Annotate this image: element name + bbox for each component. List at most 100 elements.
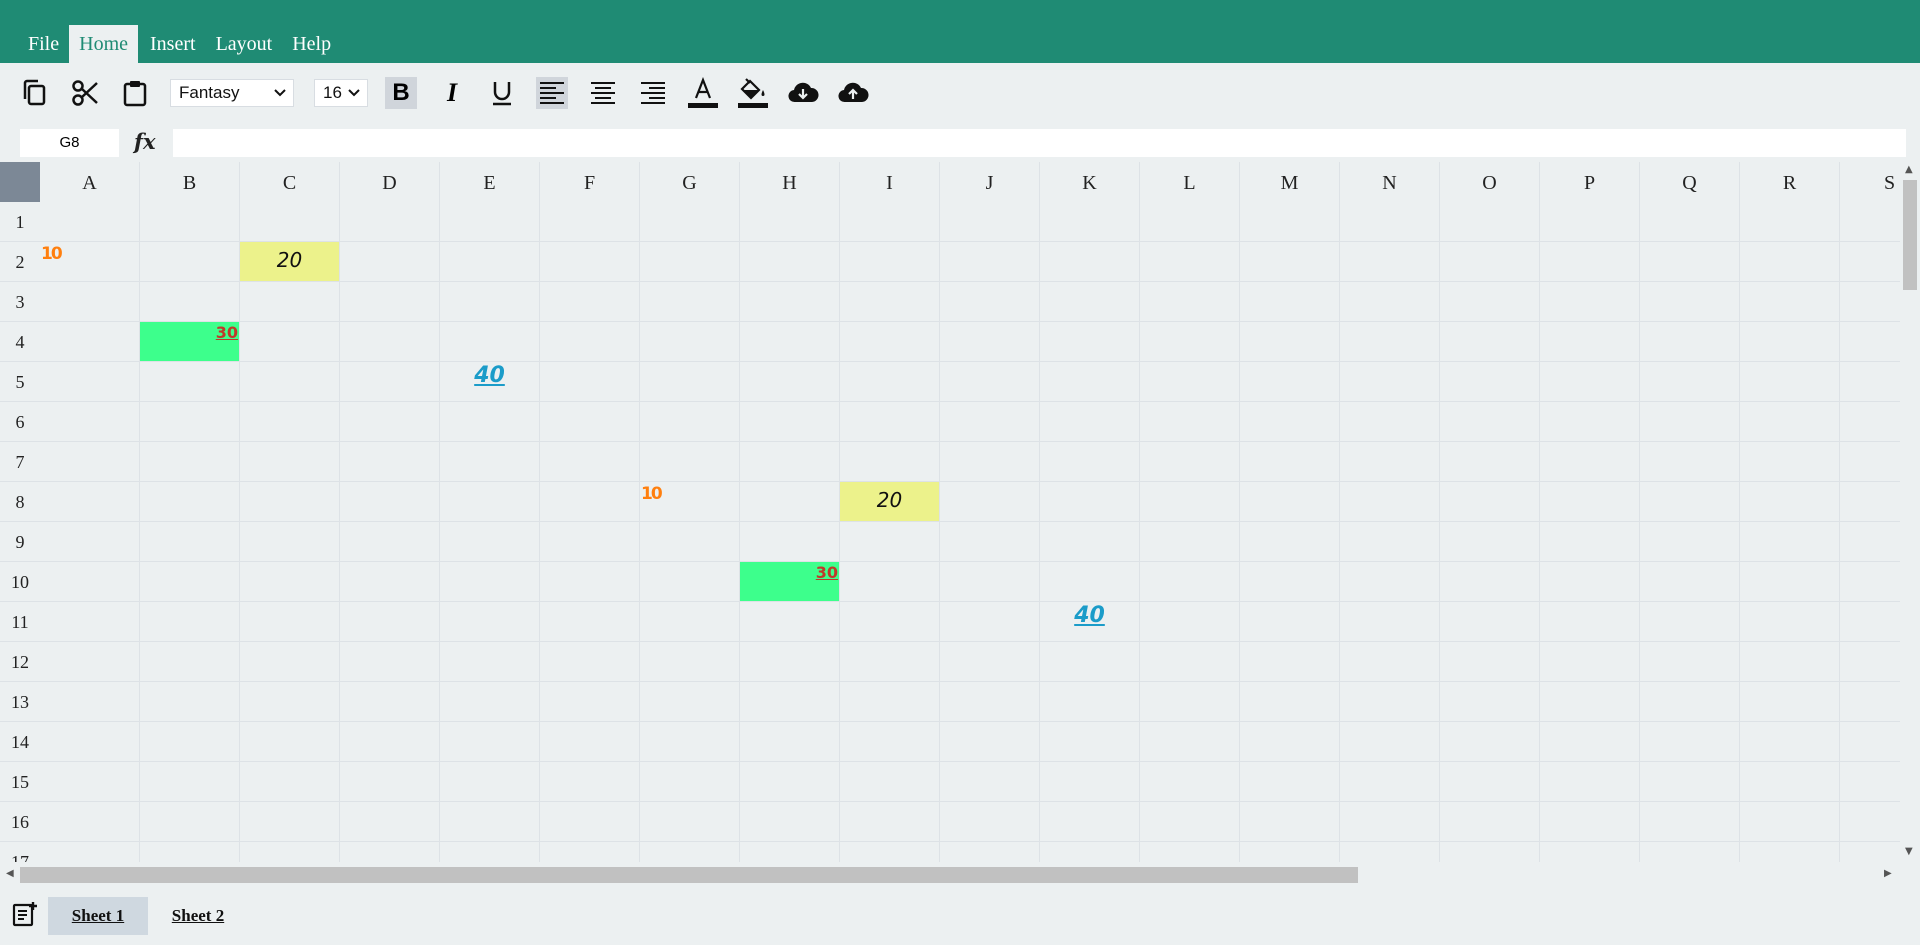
row-header-2[interactable]: 2	[0, 242, 40, 282]
cell-g8[interactable]: 10	[640, 482, 739, 521]
cell-e5[interactable]: 40	[440, 362, 539, 401]
align-left-icon[interactable]	[536, 77, 568, 109]
cell-c2[interactable]: 20	[240, 242, 339, 281]
column-header-p[interactable]: P	[1540, 162, 1640, 202]
column-header-m[interactable]: M	[1240, 162, 1340, 202]
cell-value: 10	[41, 244, 63, 264]
cell-i8[interactable]: 20	[840, 482, 939, 521]
row-header-3[interactable]: 3	[0, 282, 40, 322]
column-header-o[interactable]: O	[1440, 162, 1540, 202]
scroll-right-icon[interactable]: ▶	[1884, 868, 1892, 879]
ribbon: File Home Insert Layout Help	[0, 0, 1920, 63]
row-header-10[interactable]: 10	[0, 562, 40, 602]
row-header-16[interactable]: 16	[0, 802, 40, 842]
column-header-s[interactable]: S	[1840, 162, 1900, 202]
cell-a2[interactable]: 10	[40, 242, 139, 281]
toolbar: Fantasy 16 B I	[0, 63, 1920, 125]
grid-line	[1339, 202, 1340, 862]
cell-value: 30	[815, 563, 838, 582]
grid-line	[1139, 202, 1140, 862]
column-header-e[interactable]: E	[440, 162, 540, 202]
font-family-select[interactable]: Fantasy	[170, 79, 294, 107]
fill-color-icon[interactable]	[736, 76, 770, 110]
column-header-k[interactable]: K	[1040, 162, 1140, 202]
row-header-5[interactable]: 5	[0, 362, 40, 402]
name-box[interactable]: G8	[20, 129, 119, 157]
menu-insert[interactable]: Insert	[150, 25, 196, 63]
grid-line	[1839, 202, 1840, 862]
column-header-c[interactable]: C	[240, 162, 340, 202]
formula-bar: G8 fx	[0, 125, 1920, 162]
column-header-b[interactable]: B	[140, 162, 240, 202]
column-header-h[interactable]: H	[740, 162, 840, 202]
sheet-bar: Sheet 1 Sheet 2	[0, 886, 1920, 945]
row-header-11[interactable]: 11	[0, 602, 40, 642]
scroll-up-icon[interactable]: ▲	[1905, 164, 1913, 175]
row-header-8[interactable]: 8	[0, 482, 40, 522]
row-header-12[interactable]: 12	[0, 642, 40, 682]
grid-line	[1739, 202, 1740, 862]
chevron-down-icon	[347, 82, 361, 110]
grid-line	[1439, 202, 1440, 862]
grid-line	[40, 481, 1900, 482]
grid-line	[40, 641, 1900, 642]
vertical-scrollbar[interactable]: ▲ ▼	[1900, 162, 1920, 862]
column-header-j[interactable]: J	[940, 162, 1040, 202]
column-header-f[interactable]: F	[540, 162, 640, 202]
cut-icon[interactable]	[68, 76, 102, 110]
cell-k11[interactable]: 40	[1040, 602, 1139, 641]
row-header-14[interactable]: 14	[0, 722, 40, 762]
row-header-15[interactable]: 15	[0, 762, 40, 802]
menu-help[interactable]: Help	[292, 25, 331, 63]
align-right-icon[interactable]	[636, 76, 670, 110]
font-size-select[interactable]: 16	[314, 79, 368, 107]
bold-icon[interactable]: B	[385, 77, 417, 109]
menu-home[interactable]: Home	[69, 25, 139, 63]
chevron-down-icon	[273, 82, 287, 110]
download-icon[interactable]	[786, 76, 820, 110]
cell-b4[interactable]: 30	[140, 322, 239, 361]
row-header-4[interactable]: 4	[0, 322, 40, 362]
row-header-6[interactable]: 6	[0, 402, 40, 442]
column-header-i[interactable]: I	[840, 162, 940, 202]
row-header-13[interactable]: 13	[0, 682, 40, 722]
menu-file[interactable]: File	[28, 25, 59, 63]
sheet-tab-1[interactable]: Sheet 1	[48, 897, 148, 935]
scroll-down-icon[interactable]: ▼	[1905, 846, 1913, 857]
italic-icon[interactable]: I	[435, 76, 469, 110]
grid-line	[40, 281, 1900, 282]
sheet-tab-2[interactable]: Sheet 2	[158, 897, 238, 935]
grid-line	[1539, 202, 1540, 862]
vertical-scroll-thumb[interactable]	[1903, 180, 1917, 290]
grid-line	[839, 202, 840, 862]
row-header-17[interactable]: 17	[0, 842, 40, 862]
add-sheet-icon[interactable]	[12, 901, 38, 932]
cell-h10[interactable]: 30	[740, 562, 839, 601]
column-header-g[interactable]: G	[640, 162, 740, 202]
menu-bar: File Home Insert Layout Help	[28, 25, 351, 63]
paste-icon[interactable]	[118, 76, 152, 110]
column-header-r[interactable]: R	[1740, 162, 1840, 202]
column-header-d[interactable]: D	[340, 162, 440, 202]
formula-input[interactable]	[173, 129, 1906, 157]
scroll-left-icon[interactable]: ◀	[6, 868, 14, 879]
copy-icon[interactable]	[18, 76, 52, 110]
horizontal-scroll-thumb[interactable]	[20, 867, 1358, 883]
align-center-icon[interactable]	[586, 76, 620, 110]
column-header-q[interactable]: Q	[1640, 162, 1740, 202]
column-header-n[interactable]: N	[1340, 162, 1440, 202]
row-header-1[interactable]: 1	[0, 202, 40, 242]
select-all-corner[interactable]	[0, 162, 40, 202]
grid-line	[40, 561, 1900, 562]
horizontal-scrollbar[interactable]: ◀ ▶	[0, 862, 1900, 886]
column-header-a[interactable]: A	[40, 162, 140, 202]
row-header-7[interactable]: 7	[0, 442, 40, 482]
column-header-l[interactable]: L	[1140, 162, 1240, 202]
underline-icon[interactable]	[485, 76, 519, 110]
grid-line	[739, 202, 740, 862]
menu-layout[interactable]: Layout	[216, 25, 273, 63]
spreadsheet-grid[interactable]: A B C D E F G H I J K L M N O P Q R S 1 2 3 4 5 6 7 8 9 10 11 12 13 14 15…	[0, 162, 1900, 862]
font-color-icon[interactable]	[686, 76, 720, 110]
upload-icon[interactable]	[836, 76, 870, 110]
row-header-9[interactable]: 9	[0, 522, 40, 562]
